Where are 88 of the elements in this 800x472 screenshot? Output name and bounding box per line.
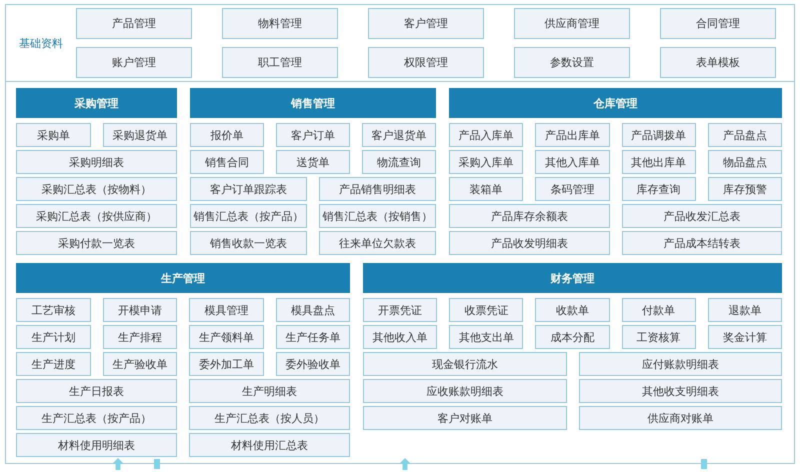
module-button[interactable]: 工资核算 — [622, 325, 696, 349]
module-button[interactable]: 条码管理 — [535, 177, 610, 201]
module-button[interactable]: 开票凭证 — [363, 298, 438, 322]
module-button[interactable]: 生产领料单 — [189, 325, 264, 349]
module-button[interactable]: 采购退货单 — [102, 123, 177, 147]
module-button[interactable]: 销售合同 — [190, 150, 264, 174]
module-button[interactable]: 产品入库单 — [449, 123, 524, 147]
module-button[interactable]: 收票凭证 — [449, 298, 524, 322]
bar-icon — [701, 458, 707, 470]
module-button[interactable]: 采购付款一览表 — [16, 231, 177, 255]
module-button[interactable]: 权限管理 — [368, 47, 484, 78]
module-button[interactable]: 供应商对账单 — [578, 406, 782, 430]
module-button[interactable]: 客户退货单 — [362, 123, 436, 147]
module-button[interactable]: 其他收入单 — [363, 325, 438, 349]
module-button[interactable]: 物品盘点 — [708, 150, 782, 174]
section-header: 财务管理 — [363, 263, 782, 293]
module-button[interactable]: 客户订单 — [276, 123, 350, 147]
module-button[interactable]: 委外加工单 — [189, 352, 264, 376]
module-button[interactable]: 生产任务单 — [276, 325, 350, 349]
module-button[interactable]: 奖金计算 — [708, 325, 782, 349]
module-button[interactable]: 采购单 — [16, 123, 90, 147]
module-button[interactable]: 开模申请 — [102, 298, 177, 322]
module-button[interactable]: 装箱单 — [449, 177, 524, 201]
module-button[interactable]: 模具盘点 — [276, 298, 350, 322]
module-button[interactable]: 材料使用汇总表 — [189, 433, 350, 457]
section-header: 采购管理 — [16, 88, 177, 118]
module-button[interactable]: 往来单位欠款表 — [319, 231, 436, 255]
module-button[interactable]: 委外验收单 — [276, 352, 350, 376]
module-button[interactable]: 现金银行流水 — [363, 352, 566, 376]
module-button[interactable]: 工艺审核 — [16, 298, 90, 322]
module-button[interactable]: 其他出库单 — [622, 150, 696, 174]
module-button[interactable]: 收款单 — [535, 298, 610, 322]
module-button[interactable]: 产品成本结转表 — [622, 231, 782, 255]
module-button[interactable]: 送货单 — [276, 150, 350, 174]
module-button[interactable]: 模具管理 — [189, 298, 264, 322]
module-button[interactable]: 客户管理 — [368, 8, 484, 39]
section-title: 基础资料 — [18, 36, 64, 50]
module-button[interactable]: 参数设置 — [514, 47, 630, 78]
module-button[interactable]: 表单模板 — [660, 47, 776, 78]
module-button[interactable]: 生产排程 — [102, 325, 177, 349]
module-button[interactable]: 库存查询 — [622, 177, 696, 201]
module-button[interactable]: 客户订单跟踪表 — [190, 177, 307, 201]
section-header: 生产管理 — [16, 263, 350, 293]
module-button[interactable]: 销售汇总表（按销售） — [319, 204, 436, 228]
module-button[interactable]: 采购入库单 — [449, 150, 524, 174]
module-button[interactable]: 产品库存余额表 — [449, 204, 610, 228]
section-header: 仓库管理 — [449, 88, 782, 118]
module-button[interactable]: 销售收款一览表 — [190, 231, 307, 255]
module-button[interactable]: 付款单 — [622, 298, 696, 322]
up-arrow-icon — [112, 458, 124, 470]
module-button[interactable]: 产品收发明细表 — [449, 231, 610, 255]
module-button[interactable]: 采购明细表 — [16, 150, 177, 174]
module-button[interactable]: 采购汇总表（按供应商） — [16, 204, 177, 228]
module-button[interactable]: 职工管理 — [222, 47, 338, 78]
module-button[interactable]: 报价单 — [190, 123, 264, 147]
module-button[interactable]: 客户对账单 — [363, 406, 566, 430]
module-button[interactable]: 物流查询 — [362, 150, 436, 174]
module-button[interactable]: 产品管理 — [76, 8, 192, 39]
module-button[interactable]: 产品调拨单 — [622, 123, 696, 147]
module-button[interactable]: 账户管理 — [76, 47, 192, 78]
module-button[interactable]: 应付账款明细表 — [578, 352, 782, 376]
module-button[interactable]: 供应商管理 — [514, 8, 630, 39]
module-button[interactable]: 其他支出单 — [449, 325, 524, 349]
bar-icon — [154, 458, 160, 470]
module-button[interactable]: 产品销售明细表 — [319, 177, 436, 201]
module-button[interactable]: 退款单 — [708, 298, 782, 322]
module-button[interactable]: 物料管理 — [222, 8, 338, 39]
module-button[interactable]: 产品盘点 — [708, 123, 782, 147]
module-button[interactable]: 生产进度 — [16, 352, 90, 376]
module-button[interactable]: 生产明细表 — [189, 379, 350, 403]
module-button[interactable]: 产品收发汇总表 — [622, 204, 782, 228]
module-button[interactable]: 生产汇总表（按人员） — [189, 406, 350, 430]
module-button[interactable]: 材料使用明细表 — [16, 433, 177, 457]
module-button[interactable]: 合同管理 — [660, 8, 776, 39]
module-button[interactable]: 其他收支明细表 — [578, 379, 782, 403]
module-button[interactable]: 其他入库单 — [535, 150, 610, 174]
module-button[interactable]: 生产汇总表（按产品） — [16, 406, 177, 430]
module-button[interactable]: 产品出库单 — [535, 123, 610, 147]
module-button[interactable]: 销售汇总表（按产品） — [190, 204, 307, 228]
module-button[interactable]: 采购汇总表（按物料） — [16, 177, 177, 201]
module-button[interactable]: 成本分配 — [535, 325, 610, 349]
module-button[interactable]: 应收账款明细表 — [363, 379, 566, 403]
module-button[interactable]: 生产日报表 — [16, 379, 177, 403]
up-arrow-icon — [399, 458, 411, 470]
module-button[interactable]: 生产计划 — [16, 325, 90, 349]
module-button[interactable]: 库存预警 — [708, 177, 782, 201]
module-button[interactable]: 生产验收单 — [102, 352, 177, 376]
section-header: 销售管理 — [190, 88, 436, 118]
